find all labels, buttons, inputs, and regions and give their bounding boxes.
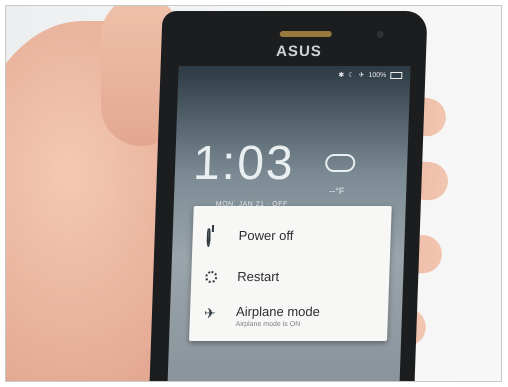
clock: 1:03 [192, 137, 296, 190]
airplane-mode-status: Airplane mode is ON [235, 321, 301, 328]
battery-text: 100% [368, 71, 387, 79]
power-off-button[interactable]: Power off [192, 218, 391, 258]
earpiece-speaker [279, 31, 332, 37]
status-bar: ✱ ☾ ✈ 100% [338, 71, 403, 79]
power-off-label: Power off [238, 228, 294, 243]
airplane-mode-label: Airplane mode [235, 304, 321, 319]
power-icon [206, 227, 220, 247]
bluetooth-icon: ✱ [338, 72, 345, 79]
battery-icon [390, 71, 403, 79]
lock-screen: ✱ ☾ ✈ 100% 1:03 --°F MON, JAN 21 · OFF P… [167, 66, 411, 381]
airplane-status-icon: ✈ [358, 72, 365, 79]
restart-button[interactable]: Restart [190, 259, 389, 299]
photo-frame: ASUS ✱ ☾ ✈ 100% 1:03 --°F MON, JAN 21 · … [5, 5, 502, 382]
cloud-icon [324, 154, 356, 172]
brand-logo: ASUS [275, 43, 323, 60]
moon-icon: ☾ [348, 72, 355, 79]
restart-icon [205, 271, 219, 285]
front-sensor [376, 31, 384, 38]
restart-label: Restart [237, 269, 280, 284]
temperature: --°F [329, 186, 345, 196]
airplane-mode-button[interactable]: ✈ Airplane mode Airplane mode is ON [189, 294, 388, 334]
phone: ASUS ✱ ☾ ✈ 100% 1:03 --°F MON, JAN 21 · … [149, 11, 428, 381]
power-menu: Power off Restart ✈ Airplane mode Airpla… [189, 206, 392, 341]
airplane-icon: ✈ [203, 305, 217, 321]
